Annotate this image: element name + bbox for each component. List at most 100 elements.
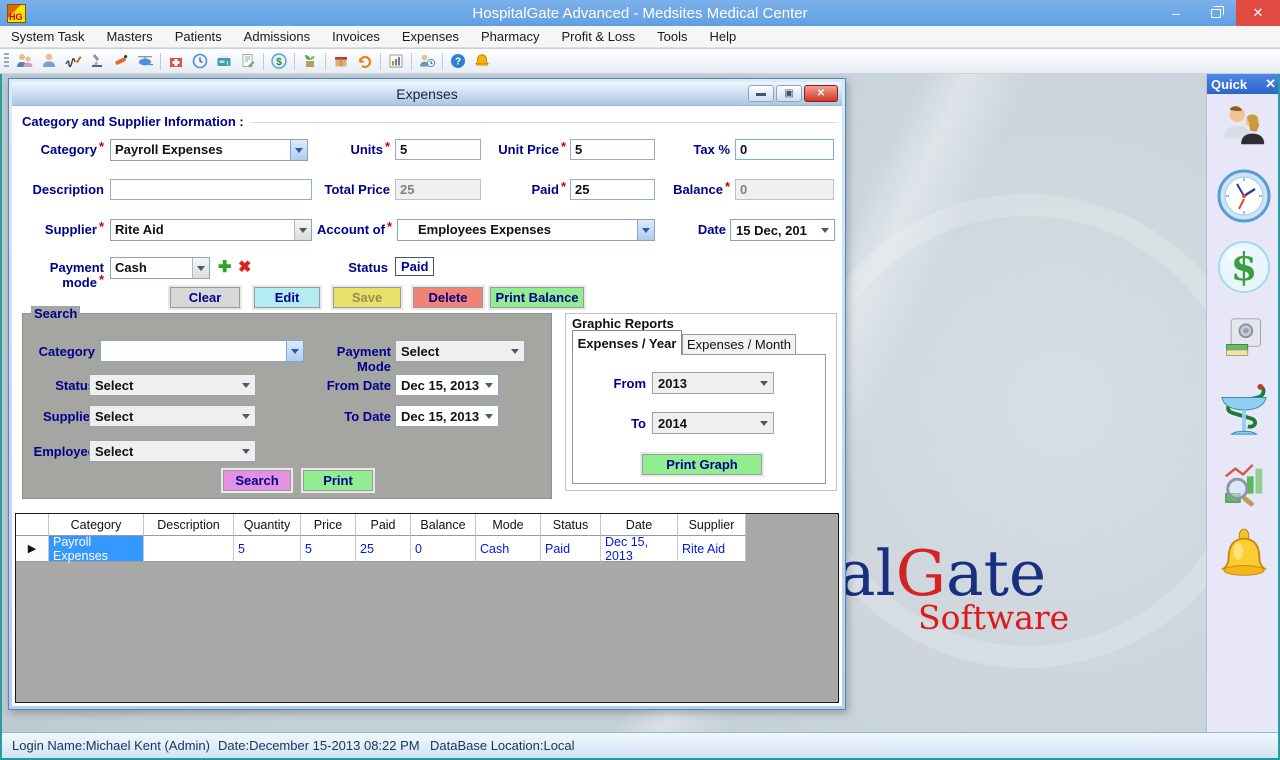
grid-col-quantity[interactable]: Quantity — [234, 514, 301, 536]
row-selector-cell[interactable]: ▶ — [16, 536, 49, 562]
grid-col-description[interactable]: Description — [144, 514, 234, 536]
delete-payment-mode-icon[interactable]: ✖ — [238, 257, 251, 277]
dialog-minimize-button[interactable]: ▬ — [748, 85, 774, 102]
menu-system-task[interactable]: System Task — [0, 26, 95, 48]
quick-cash-safe-icon[interactable] — [1221, 317, 1267, 366]
print-balance-button[interactable]: Print Balance — [490, 287, 584, 308]
search-from-date-picker[interactable]: Dec 15, 2013 — [395, 374, 499, 396]
search-employee-select[interactable]: Select — [89, 440, 256, 462]
chevron-down-icon[interactable] — [286, 341, 303, 361]
clock-icon[interactable] — [188, 50, 212, 72]
add-payment-mode-icon[interactable]: ✚ — [218, 257, 231, 277]
report-icon[interactable] — [384, 50, 408, 72]
grid-col-mode[interactable]: Mode — [476, 514, 541, 536]
menu-pharmacy[interactable]: Pharmacy — [470, 26, 551, 48]
save-button[interactable]: Save — [333, 287, 401, 308]
grid-col-balance[interactable]: Balance — [411, 514, 476, 536]
grid-col-supplier[interactable]: Supplier — [678, 514, 746, 536]
tab-expenses-year[interactable]: Expenses / Year — [572, 330, 682, 355]
chevron-down-icon[interactable] — [294, 220, 311, 240]
search-status-select[interactable]: Select — [89, 374, 256, 396]
paid-input[interactable] — [570, 179, 655, 200]
print-graph-button[interactable]: Print Graph — [642, 454, 762, 475]
quick-payments-icon[interactable]: $ — [1217, 240, 1271, 299]
grid-data-row[interactable]: ▶ Payroll Expenses 5 5 25 0 Cash Paid De… — [16, 536, 838, 562]
patient-icon[interactable] — [37, 50, 61, 72]
cell-price[interactable]: 5 — [301, 536, 356, 562]
schedule-icon[interactable] — [415, 50, 439, 72]
menu-tools[interactable]: Tools — [646, 26, 698, 48]
grid-col-price[interactable]: Price — [301, 514, 356, 536]
cell-category[interactable]: Payroll Expenses — [49, 536, 144, 562]
unit-price-input[interactable] — [570, 139, 655, 160]
menu-invoices[interactable]: Invoices — [321, 26, 391, 48]
quick-appointments-icon[interactable] — [1217, 169, 1271, 228]
graph-to-select[interactable]: 2014 — [652, 412, 774, 434]
search-button[interactable]: Search — [223, 470, 291, 491]
grid-col-category[interactable]: Category — [49, 514, 144, 536]
lab-icon[interactable] — [85, 50, 109, 72]
search-payment-mode-select[interactable]: Select — [395, 340, 525, 362]
cell-balance[interactable]: 0 — [411, 536, 476, 562]
category-combobox[interactable]: Payroll Expenses — [110, 139, 308, 161]
menu-help[interactable]: Help — [699, 26, 748, 48]
dialog-close-button[interactable]: ✕ — [804, 85, 838, 102]
search-supplier-select[interactable]: Select — [89, 405, 256, 427]
menu-profit-loss[interactable]: Profit & Loss — [550, 26, 646, 48]
cell-quantity[interactable]: 5 — [234, 536, 301, 562]
fax-icon[interactable] — [212, 50, 236, 72]
purchase-icon[interactable] — [329, 50, 353, 72]
expenses-grid[interactable]: Category Description Quantity Price Paid… — [15, 513, 839, 703]
dialog-maximize-button[interactable]: ▣ — [776, 85, 802, 102]
quick-pharmacy-icon[interactable] — [1217, 380, 1271, 445]
quick-patients-icon[interactable] — [1219, 102, 1269, 155]
search-to-date-picker[interactable]: Dec 15, 2013 — [395, 405, 499, 427]
chevron-down-icon[interactable] — [637, 220, 654, 240]
help-icon[interactable]: ? — [446, 50, 470, 72]
cell-date[interactable]: Dec 15, 2013 — [601, 536, 678, 562]
return-icon[interactable] — [353, 50, 377, 72]
chevron-down-icon[interactable] — [192, 258, 209, 278]
menu-masters[interactable]: Masters — [95, 26, 163, 48]
patients-icon[interactable] — [13, 50, 37, 72]
payment-mode-combobox[interactable]: Cash — [110, 257, 210, 279]
account-of-combobox[interactable]: Employees Expenses — [397, 219, 655, 241]
quick-reminders-icon[interactable] — [1219, 528, 1269, 589]
delete-button[interactable]: Delete — [413, 287, 483, 308]
cell-status[interactable]: Paid — [541, 536, 601, 562]
tab-expenses-month[interactable]: Expenses / Month — [682, 334, 796, 355]
supplier-combobox[interactable]: Rite Aid — [110, 219, 312, 241]
chevron-down-icon[interactable] — [290, 140, 307, 160]
notification-icon[interactable] — [470, 50, 494, 72]
tax-input[interactable] — [735, 139, 834, 160]
search-category-combobox[interactable] — [100, 340, 304, 362]
close-button[interactable]: ✕ — [1236, 0, 1280, 26]
grid-col-paid[interactable]: Paid — [356, 514, 411, 536]
menu-patients[interactable]: Patients — [164, 26, 233, 48]
description-input[interactable] — [110, 179, 312, 200]
cell-description[interactable] — [144, 536, 234, 562]
menu-admissions[interactable]: Admissions — [233, 26, 321, 48]
grid-col-date[interactable]: Date — [601, 514, 678, 536]
minimize-button[interactable]: – — [1156, 0, 1196, 26]
stock-icon[interactable] — [298, 50, 322, 72]
graph-from-select[interactable]: 2013 — [652, 372, 774, 394]
search-print-button[interactable]: Print — [303, 470, 373, 491]
cell-paid[interactable]: 25 — [356, 536, 411, 562]
restore-button[interactable] — [1196, 0, 1236, 26]
prescription-icon[interactable] — [109, 50, 133, 72]
edit-button[interactable]: Edit — [254, 287, 320, 308]
cell-supplier[interactable]: Rite Aid — [678, 536, 746, 562]
quick-close-icon[interactable]: ✕ — [1265, 76, 1276, 92]
grid-col-status[interactable]: Status — [541, 514, 601, 536]
invoice-icon[interactable] — [236, 50, 260, 72]
cell-mode[interactable]: Cash — [476, 536, 541, 562]
units-input[interactable] — [395, 139, 481, 160]
payment-icon[interactable]: $ — [267, 50, 291, 72]
hospital-icon[interactable] — [164, 50, 188, 72]
date-picker[interactable]: 15 Dec, 201 — [730, 219, 835, 241]
expenses-dialog-titlebar[interactable]: Expenses ▬ ▣ ✕ — [12, 82, 842, 106]
clear-button[interactable]: Clear — [170, 287, 240, 308]
quick-financial-reports-icon[interactable] — [1220, 461, 1268, 514]
signature-icon[interactable] — [61, 50, 85, 72]
